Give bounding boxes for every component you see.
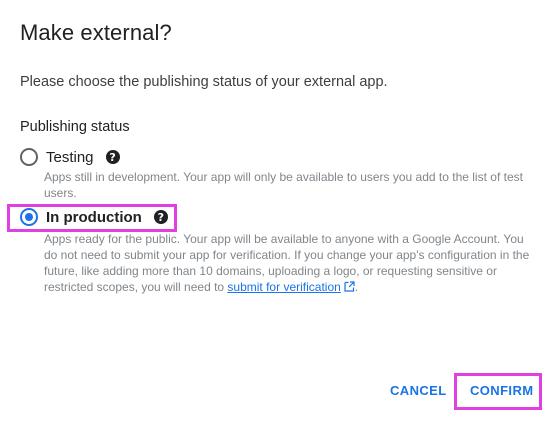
production-help-icon[interactable]: ? [153,210,168,224]
testing-label[interactable]: Testing [46,149,94,166]
production-label[interactable]: In production [46,209,142,226]
submit-for-verification-link[interactable]: submit for verification [227,280,355,294]
cancel-button[interactable]: CANCEL [390,383,447,398]
production-description-suffix: . [354,280,359,294]
dialog-intro-text: Please choose the publishing status of y… [20,74,388,90]
testing-description: Apps still in development. Your app will… [44,170,523,200]
publishing-status-label: Publishing status [20,119,130,135]
make-external-dialog: Make external? Please choose the publish… [0,0,551,422]
option-testing[interactable]: Testing ? [20,145,120,169]
production-description: Apps ready for the public. Your app will… [44,231,536,295]
testing-help-icon[interactable]: ? [105,150,120,164]
confirm-button[interactable]: CONFIRM [470,383,533,398]
testing-radio-button[interactable] [20,148,38,166]
production-radio-button[interactable] [20,208,38,226]
submit-for-verification-link-text[interactable]: submit for verification [227,280,340,294]
option-in-production[interactable]: In production ? [20,205,168,229]
open-in-new-icon[interactable] [344,281,355,292]
dialog-title: Make external? [20,20,172,45]
